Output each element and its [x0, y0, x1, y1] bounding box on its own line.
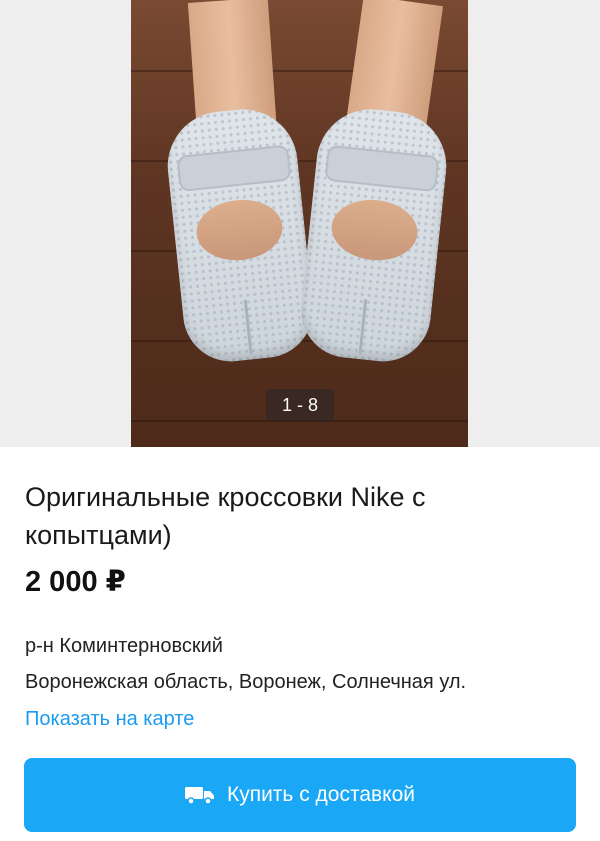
- shoe-image: [162, 103, 318, 367]
- buy-with-delivery-button[interactable]: Купить с доставкой: [24, 758, 576, 832]
- buy-button-label: Купить с доставкой: [226, 783, 416, 806]
- listing-price: 2 000 ₽: [25, 566, 126, 598]
- listing-details: Оригинальные кроссовки Nike с копытцами)…: [25, 478, 575, 600]
- show-on-map-link[interactable]: Показать на карте: [25, 706, 194, 732]
- shoe-image: [296, 103, 452, 367]
- district-text: р-н Коминтерновский: [25, 635, 223, 657]
- listing-photo[interactable]: [131, 0, 468, 447]
- photo-gallery[interactable]: 1 - 8: [0, 0, 600, 447]
- photo-counter: 1 - 8: [266, 389, 334, 421]
- listing-title: Оригинальные кроссовки Nike с копытцами): [25, 482, 426, 550]
- address-text: Воронежская область, Воронеж, Солнечная …: [25, 671, 467, 693]
- truck-icon: [184, 787, 214, 805]
